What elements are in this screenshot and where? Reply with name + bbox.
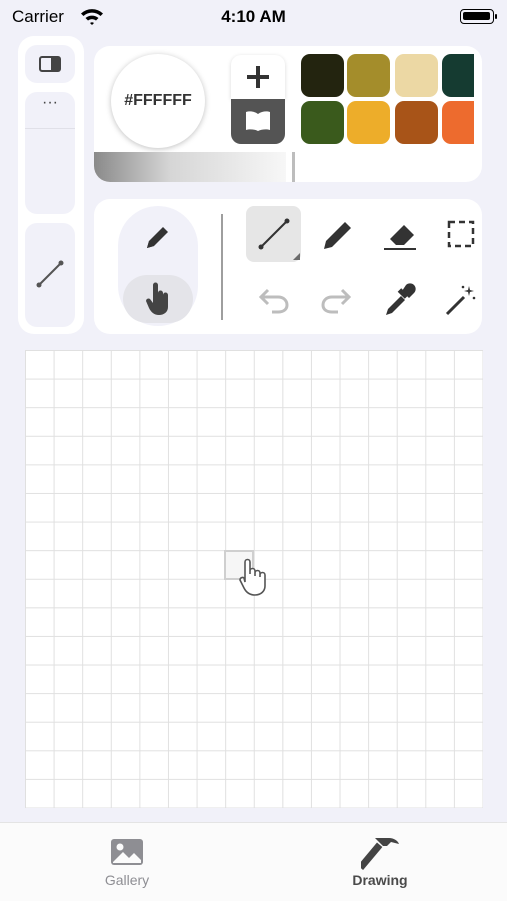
battery-level xyxy=(463,12,490,20)
color-swatch[interactable] xyxy=(347,54,390,97)
color-swatch[interactable] xyxy=(395,101,438,144)
eyedropper-icon[interactable] xyxy=(382,281,418,324)
color-swatch[interactable] xyxy=(395,54,438,97)
undo-icon[interactable] xyxy=(258,286,290,319)
color-library-button[interactable] xyxy=(231,99,285,144)
book-icon xyxy=(245,110,271,137)
current-color-circle[interactable]: #FFFFFF xyxy=(111,54,205,148)
redo-icon[interactable] xyxy=(320,286,352,319)
color-swatch[interactable] xyxy=(442,101,474,144)
tools-divider xyxy=(221,214,223,320)
line-shape-button[interactable] xyxy=(25,223,75,327)
add-color-button[interactable] xyxy=(231,55,285,99)
more-divider xyxy=(25,128,75,129)
hand-pointer-icon xyxy=(144,281,174,322)
line-tool-icon xyxy=(257,217,291,256)
pencil-icon[interactable] xyxy=(320,217,356,258)
status-bar: Carrier 4:10 AM xyxy=(0,0,507,34)
rect-select-icon[interactable] xyxy=(446,218,476,255)
pencil-icon[interactable] xyxy=(143,222,173,257)
clock: 4:10 AM xyxy=(221,7,286,26)
plus-icon xyxy=(246,65,270,94)
ellipsis-icon: ··· xyxy=(42,94,58,111)
tool-options-indicator xyxy=(293,253,300,260)
hand-pointer-icon xyxy=(236,558,272,603)
sidebar-toggle-icon xyxy=(39,56,61,77)
color-swatch[interactable] xyxy=(347,101,390,144)
hammer-icon xyxy=(357,834,401,875)
more-options-button[interactable]: ··· xyxy=(25,92,75,214)
toggle-sidebar-button[interactable] xyxy=(25,45,75,83)
tab-drawing-label: Drawing xyxy=(352,872,408,888)
color-swatch[interactable] xyxy=(301,54,344,97)
brightness-slider[interactable] xyxy=(94,152,286,182)
slider-thumb[interactable] xyxy=(292,152,295,182)
battery-icon xyxy=(460,9,494,24)
photo-icon xyxy=(110,837,144,872)
color-swatch[interactable] xyxy=(442,54,474,97)
eraser-icon[interactable] xyxy=(382,217,418,258)
color-swatch[interactable] xyxy=(301,101,344,144)
line-icon xyxy=(35,259,65,294)
tab-gallery-label: Gallery xyxy=(104,872,150,888)
battery-nub xyxy=(495,14,497,19)
hand-mode-button[interactable] xyxy=(123,275,193,323)
magic-wand-icon[interactable] xyxy=(444,283,478,322)
